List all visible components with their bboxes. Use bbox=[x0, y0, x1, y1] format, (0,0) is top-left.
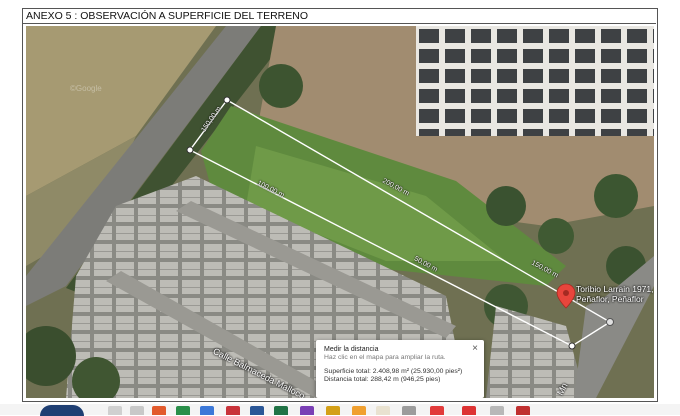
popup-title: Medir la distancia bbox=[324, 346, 379, 353]
pin-label: Toribio Larrain 1971, bbox=[576, 284, 654, 294]
store-icon[interactable] bbox=[130, 406, 144, 415]
globe-icon[interactable] bbox=[40, 405, 84, 416]
satellite-map[interactable]: ©Google 150,00 m 100,00 m 200,00 m 50,00… bbox=[26, 26, 654, 398]
total-area: Superficie total: 2.408,98 m² (25.930,00… bbox=[324, 368, 463, 375]
taskbar-app-icon[interactable] bbox=[516, 406, 530, 415]
vertex-handle bbox=[568, 342, 576, 350]
word-icon[interactable] bbox=[250, 406, 264, 415]
mail-icon[interactable] bbox=[152, 406, 166, 415]
pin-label: Peñaflor, Peñaflor bbox=[576, 294, 644, 304]
measure-distance-popup: Medir la distancia Haz clic en el mapa p… bbox=[316, 340, 484, 398]
map-watermark: ©Google bbox=[70, 84, 102, 93]
close-icon[interactable]: × bbox=[472, 343, 478, 354]
teams-icon[interactable] bbox=[326, 406, 340, 415]
vertex-handle bbox=[186, 146, 194, 154]
taskbar-app-icon[interactable] bbox=[462, 406, 476, 415]
taskbar-app-icon[interactable] bbox=[430, 406, 444, 415]
calendar-icon[interactable] bbox=[176, 406, 190, 415]
popup-hint: Haz clic en el mapa para ampliar la ruta… bbox=[324, 354, 446, 361]
settings-icon[interactable] bbox=[352, 406, 366, 415]
excel-icon[interactable] bbox=[274, 406, 288, 415]
vertex-handle bbox=[223, 96, 231, 104]
taskbar-app-icon[interactable] bbox=[376, 406, 390, 415]
taskbar bbox=[0, 404, 680, 416]
chrome-icon[interactable] bbox=[200, 406, 214, 415]
total-distance: Distancia total: 288,42 m (946,25 pies) bbox=[324, 376, 441, 383]
acrobat-icon[interactable] bbox=[226, 406, 240, 415]
page-title: ANEXO 5 : OBSERVACIÓN A SUPERFICIE DEL T… bbox=[22, 8, 656, 24]
taskbar-app-icon[interactable] bbox=[490, 406, 504, 415]
photos-icon[interactable] bbox=[300, 406, 314, 415]
vertex-handle bbox=[606, 318, 614, 326]
taskbar-app-icon[interactable] bbox=[402, 406, 416, 415]
file-explorer-icon[interactable] bbox=[108, 406, 122, 415]
